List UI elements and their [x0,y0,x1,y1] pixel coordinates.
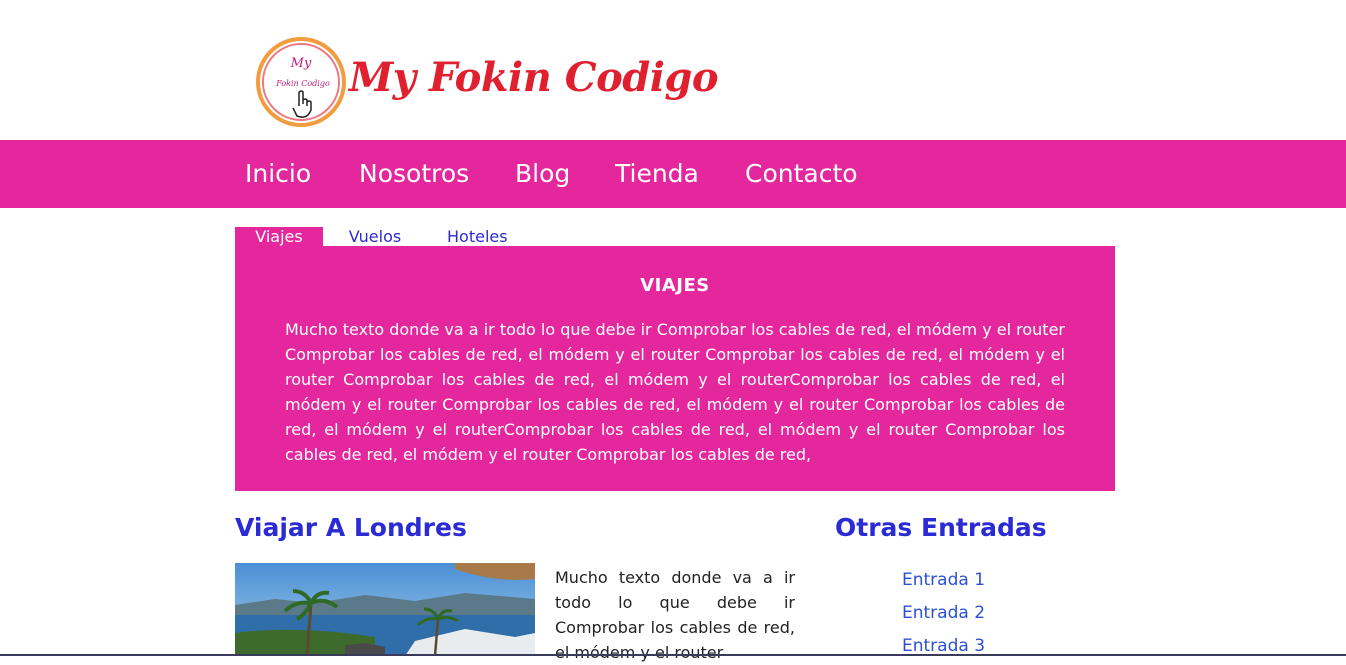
post-excerpt: Mucho texto donde va a ir todo lo que de… [555,568,795,662]
logo-wordmark: My Fokin Codigo [349,54,719,101]
nav-item-inicio[interactable]: Inicio [245,159,311,188]
sidebar-link-entrada-1[interactable]: Entrada 1 [902,570,985,590]
lake-landscape-image [235,563,535,656]
nav-item-tienda[interactable]: Tienda [615,159,699,188]
sidebar-link-entrada-2[interactable]: Entrada 2 [902,603,985,623]
sidebar-link-entrada-3[interactable]: Entrada 3 [902,636,985,656]
tab-hoteles[interactable]: Hoteles [447,227,508,246]
post-title[interactable]: Viajar A Londres [235,513,467,542]
sidebar-title: Otras Entradas [835,513,1047,542]
nav-item-blog[interactable]: Blog [515,159,570,188]
nav-item-contacto[interactable]: Contacto [745,159,858,188]
panel-text: Mucho texto donde va a ir todo lo que de… [285,320,1065,464]
tab-viajes[interactable]: Viajes [235,227,323,246]
svg-text:Fokin Codigo: Fokin Codigo [275,79,330,88]
logo-mark-icon: My Fokin Codigo [256,37,346,127]
nav-item-nosotros[interactable]: Nosotros [359,159,469,188]
tab-vuelos[interactable]: Vuelos [348,227,402,246]
svg-text:My: My [290,56,312,71]
panel-title: VIAJES [640,275,710,296]
post-image[interactable] [235,563,535,656]
